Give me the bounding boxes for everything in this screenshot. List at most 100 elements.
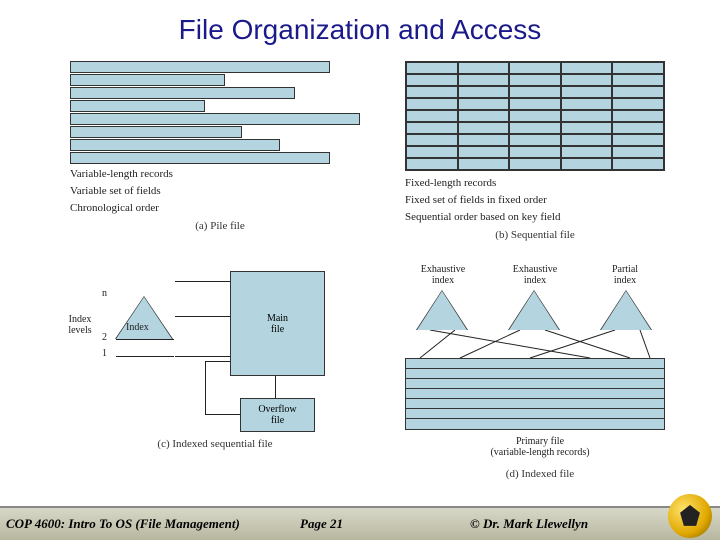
seq-cell — [406, 146, 458, 158]
pile-desc-1: Variable-length records — [70, 168, 370, 181]
index-levels-label: Index levels — [60, 314, 100, 336]
seq-cell — [509, 74, 561, 86]
seq-cell — [612, 122, 664, 134]
pile-desc-3: Chronological order — [70, 202, 370, 215]
seq-cell — [561, 86, 613, 98]
partial-label: Partial index — [595, 264, 655, 286]
seq-cell — [406, 110, 458, 122]
seq-cell — [509, 98, 561, 110]
seq-row — [406, 146, 664, 158]
overflow-file-box: Overflow file — [240, 398, 315, 432]
pile-record — [70, 87, 295, 99]
seq-cell — [406, 98, 458, 110]
seq-cell — [561, 122, 613, 134]
seq-cell — [561, 110, 613, 122]
seq-cell — [406, 134, 458, 146]
seq-cell — [509, 122, 561, 134]
primary-record — [406, 399, 664, 409]
seq-caption: (b) Sequential file — [405, 229, 665, 241]
footer-page: Page 21 — [300, 516, 450, 532]
level-n-label: n — [102, 288, 107, 299]
diagram-pile-file: Variable-length records Variable set of … — [70, 61, 370, 241]
sequential-table — [405, 61, 665, 171]
seq-cell — [458, 110, 510, 122]
seq-cell — [406, 74, 458, 86]
seq-cell — [612, 98, 664, 110]
seq-cell — [561, 146, 613, 158]
seq-desc-1: Fixed-length records — [405, 177, 665, 190]
seq-cell — [561, 74, 613, 86]
seq-cell — [406, 158, 458, 170]
seq-cell — [509, 134, 561, 146]
seq-cell — [561, 62, 613, 74]
seq-cell — [612, 74, 664, 86]
indexed-seq-caption: (c) Indexed sequential file — [60, 438, 370, 450]
primary-record — [406, 409, 664, 419]
seq-cell — [561, 158, 613, 170]
exhaustive-label-1: Exhaustive index — [408, 264, 478, 286]
seq-row — [406, 74, 664, 86]
seq-cell — [458, 86, 510, 98]
primary-file-label: Primary file (variable-length records) — [460, 436, 620, 458]
seq-cell — [509, 86, 561, 98]
slide-footer: COP 4600: Intro To OS (File Management) … — [0, 506, 720, 540]
exhaustive-label-2: Exhaustive index — [500, 264, 570, 286]
seq-row — [406, 110, 664, 122]
diagram-indexed-file: Exhaustive index Exhaustive index Partia… — [400, 266, 680, 496]
pile-caption: (a) Pile file — [70, 220, 370, 232]
seq-row — [406, 158, 664, 170]
seq-cell — [458, 62, 510, 74]
level-2-label: 2 — [102, 332, 107, 343]
indexed-file-caption: (d) Indexed file — [400, 468, 680, 480]
seq-cell — [406, 86, 458, 98]
university-logo-icon — [668, 494, 712, 538]
diagram-sequential-file: Fixed-length records Fixed set of fields… — [405, 61, 665, 241]
seq-row — [406, 62, 664, 74]
pile-record — [70, 152, 330, 164]
diagram-indexed-sequential: Index levels n 2 1 Index Main file Overf… — [60, 266, 370, 476]
pile-record — [70, 139, 280, 151]
seq-row — [406, 86, 664, 98]
seq-row — [406, 122, 664, 134]
pile-record — [70, 74, 225, 86]
seq-cell — [561, 98, 613, 110]
seq-cell — [509, 62, 561, 74]
pile-desc-2: Variable set of fields — [70, 185, 370, 198]
seq-desc-2: Fixed set of fields in fixed order — [405, 194, 665, 207]
seq-cell — [612, 134, 664, 146]
main-file-box: Main file — [230, 271, 325, 376]
seq-cell — [612, 146, 664, 158]
primary-record — [406, 419, 664, 429]
seq-cell — [509, 110, 561, 122]
pile-record — [70, 113, 360, 125]
level-1-label: 1 — [102, 348, 107, 359]
footer-course: COP 4600: Intro To OS (File Management) — [0, 516, 300, 532]
primary-record — [406, 359, 664, 369]
seq-cell — [509, 158, 561, 170]
pile-record — [70, 61, 330, 73]
seq-cell — [406, 62, 458, 74]
primary-record — [406, 379, 664, 389]
seq-cell — [612, 110, 664, 122]
seq-row — [406, 134, 664, 146]
diagram-area: Variable-length records Variable set of … — [0, 56, 720, 506]
primary-file-table — [405, 358, 665, 430]
seq-cell — [509, 146, 561, 158]
seq-cell — [612, 158, 664, 170]
pile-record — [70, 126, 242, 138]
seq-cell — [612, 86, 664, 98]
primary-record — [406, 369, 664, 379]
seq-desc-3: Sequential order based on key field — [405, 211, 665, 224]
page-title: File Organization and Access — [0, 0, 720, 56]
seq-cell — [458, 158, 510, 170]
primary-record — [406, 389, 664, 399]
seq-cell — [406, 122, 458, 134]
seq-cell — [458, 74, 510, 86]
index-triangle-label: Index — [126, 322, 149, 333]
seq-cell — [458, 134, 510, 146]
seq-cell — [612, 62, 664, 74]
index-arrows — [400, 330, 670, 360]
seq-cell — [561, 134, 613, 146]
pile-record — [70, 100, 205, 112]
seq-row — [406, 98, 664, 110]
